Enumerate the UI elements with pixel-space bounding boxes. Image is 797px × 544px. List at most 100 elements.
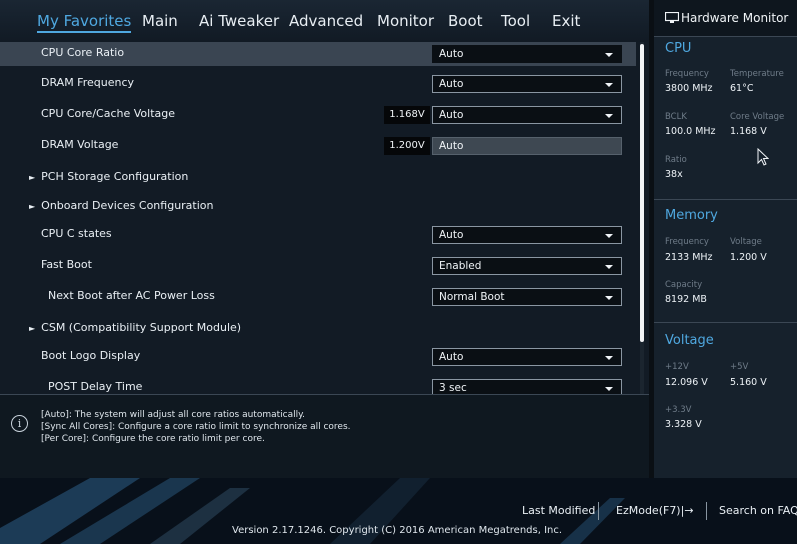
core-voltage-label: Core Voltage [730, 112, 785, 122]
dropdown-value: 3 sec [439, 382, 467, 394]
submenu-label: Onboard Devices Configuration [41, 199, 214, 212]
memory-frequency-label: Frequency [665, 237, 709, 247]
tab-boot[interactable]: Boot [448, 12, 483, 30]
v12-value: 12.096 V [665, 377, 708, 388]
chevron-right-icon: ► [29, 173, 36, 182]
last-modified-button[interactable]: Last Modified [522, 504, 595, 517]
post-delay-dropdown[interactable]: 3 sec [432, 379, 622, 394]
fast-boot-dropdown[interactable]: Enabled [432, 257, 622, 275]
footer-divider [706, 502, 707, 520]
memory-capacity-value: 8192 MB [665, 294, 707, 305]
setting-row-dram-voltage[interactable]: DRAM Voltage 1.200V Auto [0, 134, 636, 158]
cpu-temperature-value: 61°C [730, 83, 754, 94]
setting-row-boot-logo-display[interactable]: Boot Logo Display Auto [0, 345, 636, 369]
cpu-core-cache-voltage-dropdown[interactable]: Auto [432, 106, 622, 124]
setting-row-cpu-core-cache-voltage[interactable]: CPU Core/Cache Voltage 1.168V Auto [0, 103, 636, 127]
memory-frequency-value: 2133 MHz [665, 252, 713, 263]
tab-exit[interactable]: Exit [552, 12, 580, 30]
cpu-core-ratio-dropdown[interactable]: Auto [432, 45, 622, 63]
chevron-down-icon [605, 234, 613, 238]
setting-label: POST Delay Time [48, 380, 143, 393]
setting-label: CPU Core Ratio [41, 46, 125, 59]
dram-voltage-field[interactable]: Auto [432, 137, 622, 155]
chevron-down-icon [605, 53, 613, 57]
dropdown-value: Auto [439, 78, 464, 90]
chevron-down-icon [605, 356, 613, 360]
info-icon: i [11, 415, 28, 432]
setting-row-next-boot-after-ac-loss[interactable]: Next Boot after AC Power Loss Normal Boo… [0, 285, 636, 309]
setting-row-cpu-core-ratio[interactable]: CPU Core Ratio Auto [0, 42, 636, 66]
setting-label: CPU Core/Cache Voltage [41, 107, 175, 120]
hardware-monitor-header: Hardware Monitor [654, 0, 797, 37]
memory-capacity-label: Capacity [665, 280, 703, 290]
setting-row-fast-boot[interactable]: Fast Boot Enabled [0, 254, 636, 278]
boot-logo-dropdown[interactable]: Auto [432, 348, 622, 366]
hardware-monitor-title: Hardware Monitor [681, 11, 789, 25]
bclk-value: 100.0 MHz [665, 126, 716, 137]
dropdown-value: Auto [439, 48, 464, 60]
chevron-down-icon [605, 83, 613, 87]
footer-divider [598, 502, 599, 520]
setting-label: DRAM Voltage [41, 138, 119, 151]
memory-voltage-label: Voltage [730, 237, 762, 247]
setting-label: Next Boot after AC Power Loss [48, 289, 215, 302]
tab-ai-tweaker[interactable]: Ai Tweaker [199, 12, 279, 30]
footer-bar: Last Modified EzMode(F7)|→ Search on FAQ… [0, 478, 797, 544]
v12-label: +12V [665, 362, 689, 372]
exit-arrow-icon: → [684, 504, 694, 517]
setting-label: CPU C states [41, 227, 112, 240]
setting-row-post-delay-time[interactable]: POST Delay Time 3 sec [0, 376, 636, 394]
mouse-cursor-icon [757, 148, 769, 166]
version-text: Version 2.17.1246. Copyright (C) 2016 Am… [232, 525, 563, 536]
submenu-csm[interactable]: ► CSM (Compatibility Support Module) [0, 317, 636, 341]
top-menu-bar: My Favorites Main Ai Tweaker Advanced Mo… [0, 0, 649, 42]
tab-my-favorites[interactable]: My Favorites [37, 12, 132, 33]
setting-label: Fast Boot [41, 258, 92, 271]
v5-value: 5.160 V [730, 377, 767, 388]
setting-label: DRAM Frequency [41, 76, 135, 89]
tab-tool[interactable]: Tool [501, 12, 530, 30]
memory-voltage-value: 1.200 V [730, 252, 767, 263]
v5-label: +5V [730, 362, 749, 372]
ezmode-button[interactable]: EzMode(F7)|→ [616, 504, 694, 517]
v33-label: +3.3V [665, 405, 692, 415]
ezmode-label: EzMode(F7)| [616, 504, 685, 517]
tab-main[interactable]: Main [142, 12, 178, 30]
chevron-down-icon [605, 114, 613, 118]
help-text-line: [Auto]: The system will adjust all core … [41, 410, 306, 420]
tab-advanced[interactable]: Advanced [289, 12, 363, 30]
setting-row-cpu-c-states[interactable]: CPU C states Auto [0, 223, 636, 247]
submenu-pch-storage[interactable]: ► PCH Storage Configuration [0, 166, 636, 190]
v33-value: 3.328 V [665, 419, 702, 430]
scrollbar-thumb[interactable] [640, 44, 644, 342]
next-boot-dropdown[interactable]: Normal Boot [432, 288, 622, 306]
submenu-label: PCH Storage Configuration [41, 170, 189, 183]
ratio-label: Ratio [665, 155, 687, 165]
dropdown-value: Auto [439, 229, 464, 241]
chevron-down-icon [605, 265, 613, 269]
help-text-line: [Per Core]: Configure the core ratio lim… [41, 434, 265, 444]
chevron-right-icon: ► [29, 202, 36, 211]
core-voltage-value: 1.168 V [730, 126, 767, 137]
chevron-down-icon [605, 387, 613, 391]
section-divider [654, 199, 797, 200]
section-divider [654, 322, 797, 323]
submenu-onboard-devices[interactable]: ► Onboard Devices Configuration [0, 195, 636, 219]
dropdown-value: Auto [439, 351, 464, 363]
cpu-c-states-dropdown[interactable]: Auto [432, 226, 622, 244]
help-panel: i [Auto]: The system will adjust all cor… [0, 394, 649, 478]
field-value: Auto [439, 140, 464, 152]
cpu-frequency-value: 3800 MHz [665, 83, 713, 94]
tab-monitor[interactable]: Monitor [377, 12, 434, 30]
help-text-line: [Sync All Cores]: Configure a core ratio… [41, 422, 351, 432]
search-faq-button[interactable]: Search on FAQ [719, 504, 797, 517]
cpu-frequency-label: Frequency [665, 69, 709, 79]
hardware-monitor-panel: Hardware Monitor CPU Frequency 3800 MHz … [649, 0, 797, 478]
dram-frequency-dropdown[interactable]: Auto [432, 75, 622, 93]
bclk-label: BCLK [665, 112, 687, 122]
memory-section-heading: Memory [665, 208, 718, 223]
setting-row-dram-frequency[interactable]: DRAM Frequency Auto [0, 72, 636, 96]
dropdown-value: Enabled [439, 260, 482, 272]
chevron-right-icon: ► [29, 324, 36, 333]
cpu-temperature-label: Temperature [730, 69, 784, 79]
